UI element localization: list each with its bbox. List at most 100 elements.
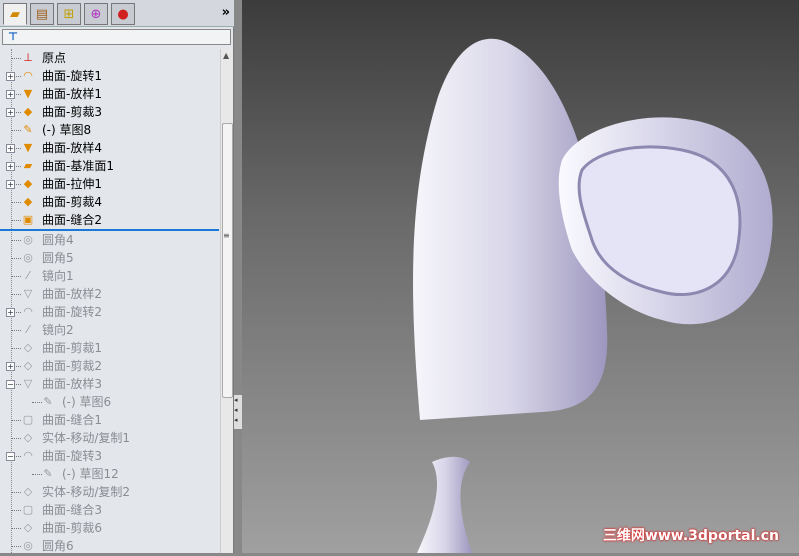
feature-icon: ▼ [23,141,33,154]
filter-icon: ⊤ [8,30,19,43]
tree-item[interactable]: ◎ 圆角4 [0,231,219,249]
tree-item-label: 实体-移动/复制1 [42,431,131,445]
feature-icon: ▣ [22,213,34,226]
tree-item[interactable]: − ▽ 曲面-放样3 [0,375,219,393]
tab-dimxpert-manager[interactable]: ⊕ [84,3,108,25]
tree-item[interactable]: ◇ 曲面-剪裁1 [0,339,219,357]
feature-icon: ◠ [23,449,33,462]
tree-item-label: 镜向1 [42,269,74,283]
feature-icon: ◆ [23,177,33,190]
tree-item-label: 曲面-基准面1 [42,159,114,173]
tree-item-label: 曲面-放样4 [42,141,102,155]
feature-icon: ✎ [43,395,53,408]
rollback-bar[interactable] [0,229,219,231]
feature-icon: ◆ [23,195,33,208]
tree-item-label: 曲面-缝合2 [42,213,102,227]
tree-item-label: 曲面-放样1 [42,87,102,101]
feature-icon: ◠ [23,69,33,82]
feature-icon: ▼ [23,87,33,100]
tree-item-label: (-) 草图6 [62,395,112,409]
tree-item-label: 曲面-旋转2 [42,305,102,319]
tree-item-label: (-) 草图8 [42,123,92,137]
model-render [413,38,773,553]
feature-icon: ▽ [23,287,33,300]
feature-tree: ⊥ 原点 + ◠ 曲面-旋转1 + ▼ 曲面-放样1 + ◆ 曲面-剪裁3 ✎ (-) 草图8 + ▼ 曲面-… [0,49,219,555]
model-base [417,456,472,553]
tab-display-manager[interactable]: ● [111,3,135,25]
tree-item-label: 曲面-放样3 [42,377,102,391]
tree-item-label: 实体-移动/复制2 [42,485,131,499]
tree-item-label: 曲面-剪裁2 [42,359,102,373]
tree-item[interactable]: ✎ (-) 草图6 [0,393,219,411]
watermark: 三维网www.3dportal.cn [602,528,779,544]
tree-item-label: 曲面-剪裁4 [42,195,102,209]
tree-item[interactable]: ✎ (-) 草图8 [0,121,219,139]
tree-item[interactable]: ◇ 曲面-剪裁6 [0,519,219,537]
tab-property-manager[interactable]: ▤ [30,3,54,25]
tree-item-label: 曲面-旋转3 [42,449,102,463]
tree-scrollbar[interactable]: ▲ ≡ [220,49,233,553]
feature-icon: ◎ [23,251,33,264]
tree-item[interactable]: ⊥ 原点 [0,49,219,67]
feature-icon: ◠ [23,305,33,318]
tree-item[interactable]: + ◠ 曲面-旋转2 [0,303,219,321]
tree-item[interactable]: ⁄ 镜向2 [0,321,219,339]
tree-item[interactable]: ◎ 圆角6 [0,537,219,555]
feature-icon: ▽ [23,377,33,390]
more-tabs-button[interactable]: » [222,5,230,20]
scroll-up-arrow-icon[interactable]: ▲ [223,51,229,60]
tree-item-label: 曲面-剪裁6 [42,521,102,535]
tree-item-label: 曲面-拉伸1 [42,177,102,191]
filter-field[interactable]: ⊤ [2,29,231,45]
tree-item[interactable]: + ◠ 曲面-旋转1 [0,67,219,85]
feature-icon: ◎ [23,233,33,246]
tree-item-label: 圆角6 [42,539,74,553]
scroll-thumb[interactable] [222,123,233,398]
tree-item[interactable]: ▢ 曲面-缝合3 [0,501,219,519]
tree-item[interactable]: + ◇ 曲面-剪裁2 [0,357,219,375]
tree-item[interactable]: + ◆ 曲面-拉伸1 [0,175,219,193]
tree-item[interactable]: ▢ 曲面-缝合1 [0,411,219,429]
feature-manager-panel: ▰ ▤ ⊞ ⊕ ● » ⊤ ⊥ 原点 + ◠ 曲面-旋转1 + ▼ 曲面-放样1 + ◆ 曲面-剪裁… [0,0,234,553]
tree-item[interactable]: + ▰ 曲面-基准面1 [0,157,219,175]
tab-configuration-manager[interactable]: ⊞ [57,3,81,25]
feature-icon: ▢ [22,503,34,516]
tree-item-label: 曲面-剪裁1 [42,341,102,355]
tab-feature-manager[interactable]: ▰ [3,3,27,25]
tree-item[interactable]: ▣ 曲面-缝合2 [0,211,219,229]
tree-item-label: 曲面-旋转1 [42,69,102,83]
tree-item-label: 曲面-缝合3 [42,503,102,517]
feature-icon: ⁄ [27,323,29,336]
panel-collapse-handle[interactable]: ◂ ◂ ◂ [234,395,242,429]
tree-item[interactable]: ◇ 实体-移动/复制2 [0,483,219,501]
feature-icon: ⁄ [27,269,29,282]
feature-icon: ◇ [23,521,33,534]
feature-icon: ✎ [23,123,33,136]
tree-item[interactable]: + ▼ 曲面-放样1 [0,85,219,103]
feature-icon: ◇ [23,341,33,354]
feature-icon: ◇ [23,485,33,498]
tree-item[interactable]: ◆ 曲面-剪裁4 [0,193,219,211]
scroll-grip-icon: ≡ [223,231,230,240]
feature-icon: ✎ [43,467,53,480]
tree-item[interactable]: ▽ 曲面-放样2 [0,285,219,303]
feature-icon: ▢ [22,413,34,426]
tree-item-label: 镜向2 [42,323,74,337]
feature-icon: ▰ [23,159,33,172]
feature-icon: ⊥ [23,51,33,64]
tree-item[interactable]: ✎ (-) 草图12 [0,465,219,483]
tree-item-label: 圆角4 [42,233,74,247]
feature-icon: ◆ [23,105,33,118]
feature-icon: ◇ [23,359,33,372]
graphics-viewport[interactable]: 三维网www.3dportal.cn [242,0,799,553]
tree-item-label: (-) 草图12 [62,467,119,481]
tree-item[interactable]: ◇ 实体-移动/复制1 [0,429,219,447]
tree-item-label: 曲面-缝合1 [42,413,102,427]
tree-item[interactable]: − ◠ 曲面-旋转3 [0,447,219,465]
feature-icon: ◇ [23,431,33,444]
tree-item-label: 曲面-放样2 [42,287,102,301]
tree-item[interactable]: + ▼ 曲面-放样4 [0,139,219,157]
tree-item[interactable]: + ◆ 曲面-剪裁3 [0,103,219,121]
tree-item[interactable]: ⁄ 镜向1 [0,267,219,285]
tree-item[interactable]: ◎ 圆角5 [0,249,219,267]
